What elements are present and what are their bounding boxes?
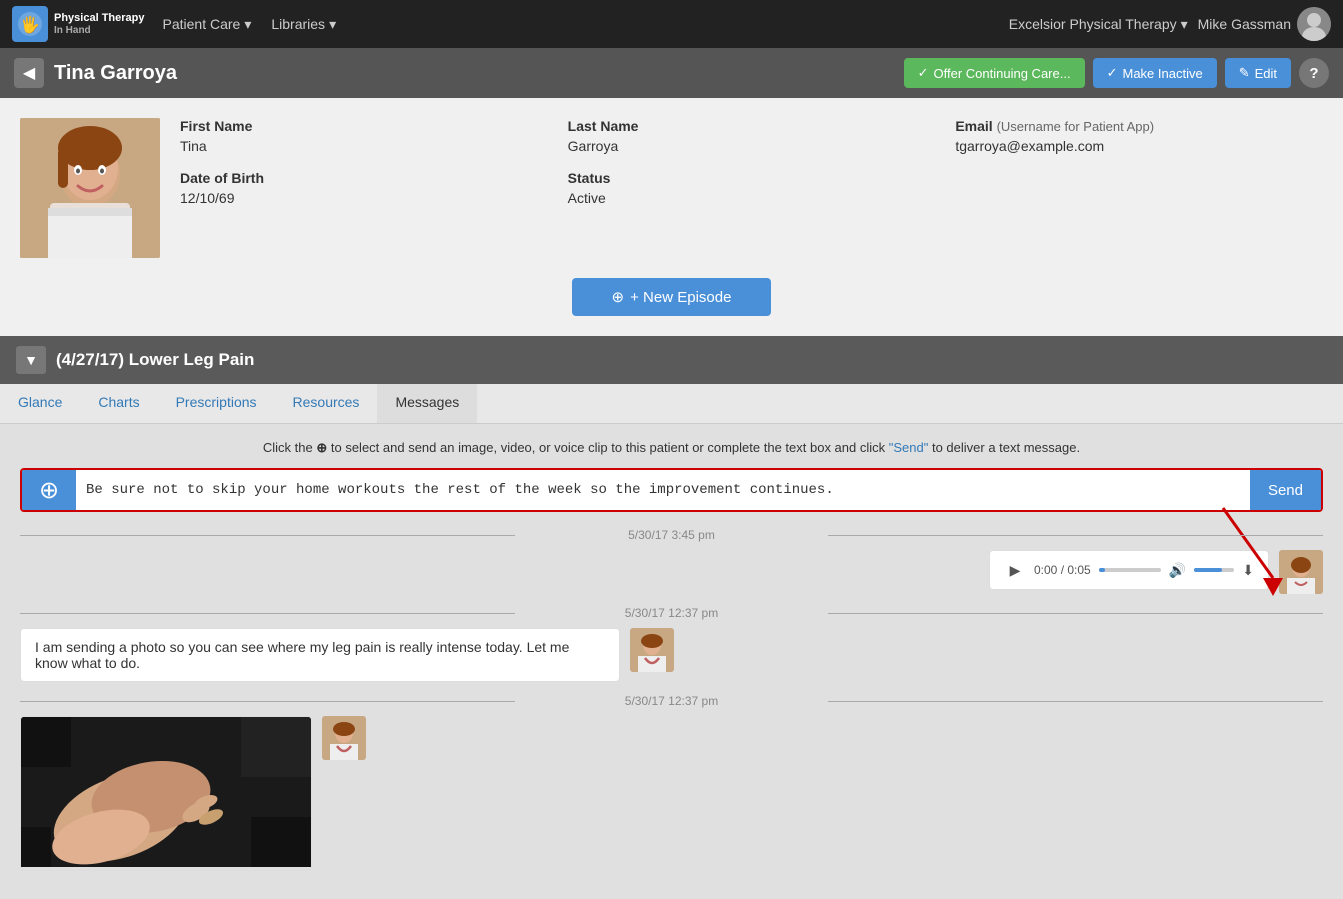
inactive-icon: ✓ (1107, 65, 1118, 81)
dob-group: Date of Birth 12/10/69 (180, 170, 548, 206)
volume-bar[interactable] (1194, 568, 1234, 572)
brand-text: Physical Therapy In Hand (54, 11, 145, 37)
tabs-bar: Glance Charts Prescriptions Resources Me… (0, 384, 1343, 424)
tab-charts[interactable]: Charts (80, 384, 157, 423)
offer-continuing-care-button[interactable]: ✓ Offer Continuing Care... (904, 58, 1085, 88)
patient-name: Tina Garroya (54, 62, 177, 85)
message-row-patient-image (20, 716, 1323, 871)
brand-logo: 🖐 Physical Therapy In Hand (12, 6, 145, 42)
volume-icon[interactable]: 🔊 (1169, 562, 1186, 579)
compose-add-button[interactable]: ⊕ (22, 470, 76, 510)
back-button[interactable]: ◀ (14, 58, 44, 88)
patient-photo-placeholder (20, 118, 160, 258)
brand-icon: 🖐 (12, 6, 48, 42)
tab-glance[interactable]: Glance (0, 384, 80, 423)
status-group: Status Active (568, 170, 936, 206)
chevron-down-icon: ▾ (1181, 16, 1188, 33)
patient-details: First Name Tina Last Name Garroya Email … (180, 118, 1323, 206)
compose-area: ⊕ Be sure not to skip your home workouts… (20, 468, 1323, 512)
user-menu[interactable]: Mike Gassman (1198, 7, 1331, 41)
patient-photo (20, 118, 160, 258)
progress-bar[interactable] (1099, 568, 1161, 572)
volume-fill (1194, 568, 1222, 572)
leg-pain-image (21, 717, 311, 867)
check-icon: ✓ (918, 65, 929, 81)
edit-button[interactable]: ✎ Edit (1225, 58, 1291, 88)
status-label: Status (568, 170, 936, 186)
first-name-label: First Name (180, 118, 548, 134)
header-actions: ✓ Offer Continuing Care... ✓ Make Inacti… (904, 58, 1329, 88)
avatar (1297, 7, 1331, 41)
plus-icon: ⊕ (612, 288, 625, 306)
image-message (20, 716, 312, 871)
message-row-audio: ▶ 0:00 / 0:05 🔊 ⬇ (20, 550, 1323, 594)
timestamp-divider-3: 5/30/17 12:37 pm (20, 694, 1323, 708)
status-value: Active (568, 190, 606, 206)
time-display: 0:00 / 0:05 (1034, 563, 1091, 577)
new-episode-button[interactable]: ⊕ + New Episode (572, 278, 772, 316)
email-value: tgarroya@example.com (955, 138, 1104, 154)
patient-avatar-1 (630, 628, 674, 672)
episode-header: ▼ (4/27/17) Lower Leg Pain (0, 336, 1343, 384)
tab-prescriptions[interactable]: Prescriptions (158, 384, 275, 423)
progress-fill (1099, 568, 1105, 572)
email-label-field: Email (Username for Patient App) (955, 118, 1323, 134)
chevron-down-icon: ▾ (329, 16, 336, 33)
dob-label: Date of Birth (180, 170, 548, 186)
timestamp-divider-2: 5/30/17 12:37 pm (20, 606, 1323, 620)
patient-avatar-2 (322, 716, 366, 760)
sub-header: ◀ Tina Garroya ✓ Offer Continuing Care..… (0, 48, 1343, 98)
message-row-patient-text: I am sending a photo so you can see wher… (20, 628, 1323, 682)
red-arrow-icon (1213, 498, 1293, 598)
patient-info-section: First Name Tina Last Name Garroya Email … (0, 98, 1343, 278)
svg-text:🖐: 🖐 (20, 15, 40, 35)
tab-messages[interactable]: Messages (377, 384, 477, 423)
messages-content: Click the ⊕ to select and send an image,… (0, 424, 1343, 899)
patient-message-bubble: I am sending a photo so you can see wher… (20, 628, 620, 682)
chevron-down-icon: ▾ (244, 16, 251, 33)
timestamp-divider-1: 5/30/17 3:45 pm (20, 528, 1323, 542)
email-group: Email (Username for Patient App) tgarroy… (955, 118, 1323, 154)
nav-libraries[interactable]: Libraries ▾ (271, 16, 336, 33)
play-button[interactable]: ▶ (1004, 559, 1026, 581)
new-episode-section: ⊕ + New Episode (0, 278, 1343, 336)
make-inactive-button[interactable]: ✓ Make Inactive (1093, 58, 1217, 88)
messages-instruction: Click the ⊕ to select and send an image,… (20, 440, 1323, 456)
tab-resources[interactable]: Resources (275, 384, 378, 423)
episode-title: (4/27/17) Lower Leg Pain (56, 350, 254, 370)
first-name-value: Tina (180, 138, 207, 154)
clinic-selector[interactable]: Excelsior Physical Therapy ▾ (1009, 16, 1188, 33)
top-nav: 🖐 Physical Therapy In Hand Patient Care … (0, 0, 1343, 48)
last-name-value: Garroya (568, 138, 619, 154)
last-name-group: Last Name Garroya (568, 118, 936, 154)
nav-right: Excelsior Physical Therapy ▾ Mike Gassma… (1009, 7, 1331, 41)
compose-input[interactable]: Be sure not to skip your home workouts t… (76, 470, 1250, 510)
help-button[interactable]: ? (1299, 58, 1329, 88)
episode-toggle-button[interactable]: ▼ (16, 346, 46, 374)
dob-value: 12/10/69 (180, 190, 235, 206)
edit-icon: ✎ (1239, 65, 1250, 81)
last-name-label: Last Name (568, 118, 936, 134)
send-link[interactable]: "Send" (889, 440, 929, 455)
first-name-group: First Name Tina (180, 118, 548, 154)
nav-patient-care[interactable]: Patient Care ▾ (163, 16, 252, 33)
